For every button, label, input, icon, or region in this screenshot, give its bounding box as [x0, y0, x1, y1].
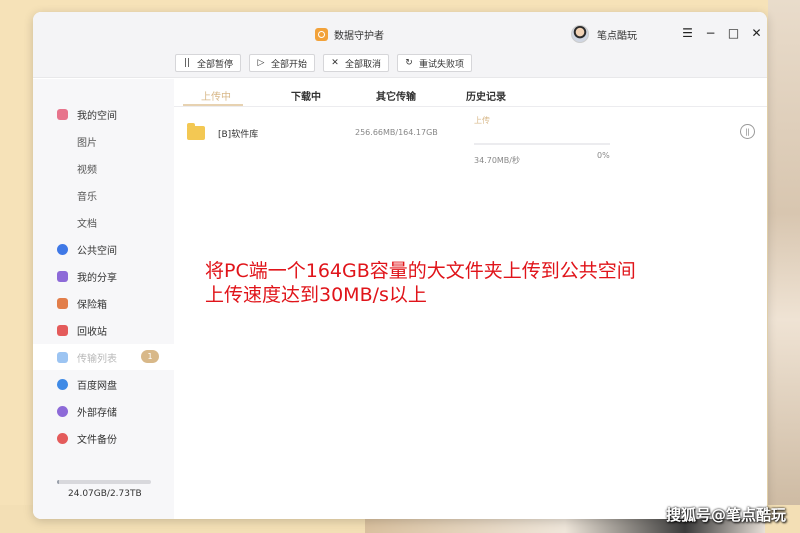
annotation-line-2: 上传速度达到30MB/s以上	[205, 284, 427, 306]
sidebar-item-label: 我的空间	[77, 110, 117, 122]
retry-failed-button[interactable]: ↻ 重试失败项	[397, 54, 473, 72]
folder-icon	[187, 123, 205, 140]
my-space-icon	[57, 108, 68, 120]
transfer-speed: 34.70MB/秒	[474, 156, 520, 165]
sidebar-item-music[interactable]: 音乐	[33, 182, 174, 208]
transfer-file-size: 256.66MB/164.17GB	[355, 128, 438, 137]
sidebar-item-images[interactable]: 图片	[33, 128, 174, 154]
transfer-icon	[57, 351, 68, 363]
pause-all-button[interactable]: || 全部暂停	[175, 54, 242, 72]
sidebar-item-label: 文档	[77, 218, 97, 230]
sidebar-item-label: 我的分享	[77, 272, 117, 284]
sidebar-item-label: 回收站	[77, 326, 107, 338]
sidebar-item-label: 百度网盘	[77, 380, 117, 392]
sidebar-item-label: 文件备份	[77, 434, 117, 446]
sidebar-item-my-space[interactable]: 我的空间	[33, 101, 174, 127]
tab-history[interactable]: 历史记录	[466, 88, 506, 103]
sidebar-item-file-backup[interactable]: 文件备份	[33, 425, 174, 451]
user-account[interactable]: 笔点酷玩	[571, 24, 637, 44]
external-storage-icon	[57, 405, 68, 417]
sidebar-item-label: 传输列表	[77, 353, 117, 365]
close-window-icon[interactable]: ✕	[750, 26, 763, 40]
sidebar-item-label: 图片	[77, 137, 97, 149]
play-icon: ▷	[257, 58, 265, 68]
app-title-area: 数据守护者	[315, 26, 384, 42]
active-tab-indicator	[183, 104, 243, 106]
tab-uploading[interactable]: 上传中	[201, 88, 231, 103]
pause-icon: ||	[183, 58, 191, 68]
sidebar-item-label: 保险箱	[77, 299, 107, 311]
sidebar-item-baidu-netdisk[interactable]: 百度网盘	[33, 371, 174, 397]
sidebar: 我的空间 图片 视频 音乐 文档 公共空间 我的分享 保险箱 回收站 传输列表 …	[33, 79, 174, 519]
sidebar-item-label: 公共空间	[77, 245, 117, 257]
window-controls: ☰ − □ ✕	[681, 26, 763, 40]
storage-usage-bar	[57, 480, 151, 484]
maximize-icon[interactable]: □	[727, 26, 740, 40]
sidebar-item-documents[interactable]: 文档	[33, 209, 174, 235]
retry-icon: ↻	[405, 58, 413, 68]
transfer-status: 上传	[474, 116, 490, 125]
sidebar-item-safe[interactable]: 保险箱	[33, 290, 174, 316]
recycle-bin-icon	[57, 324, 68, 336]
minimize-icon[interactable]: −	[704, 26, 717, 40]
pause-icon: ||	[745, 127, 750, 136]
sidebar-item-external-storage[interactable]: 外部存储	[33, 398, 174, 424]
storage-usage-fill	[57, 480, 59, 484]
user-name[interactable]: 笔点酷玩	[597, 27, 637, 42]
transfer-percent: 0%	[597, 151, 610, 160]
transfer-count-badge: 1	[141, 350, 159, 363]
annotation-overlay: 将PC端一个164GB容量的大文件夹上传到公共空间 上传速度达到30MB/s以上	[205, 259, 636, 307]
tab-other-transfers[interactable]: 其它传输	[376, 88, 416, 103]
retry-failed-label: 重试失败项	[419, 59, 465, 70]
sidebar-item-label: 音乐	[77, 191, 97, 203]
sidebar-item-label: 外部存储	[77, 407, 117, 419]
transfer-row[interactable]: [B]软件库 256.66MB/164.17GB 上传 34.70MB/秒 0%…	[174, 111, 767, 165]
app-title: 数据守护者	[334, 30, 384, 42]
safe-icon	[57, 297, 68, 309]
sidebar-item-recycle-bin[interactable]: 回收站	[33, 317, 174, 343]
start-all-button[interactable]: ▷ 全部开始	[249, 54, 316, 72]
start-all-label: 全部开始	[271, 59, 308, 70]
sidebar-item-my-share[interactable]: 我的分享	[33, 263, 174, 289]
background-photo-right	[768, 0, 800, 533]
transfer-file-name: [B]软件库	[218, 130, 259, 140]
storage-usage-text: 24.07GB/2.73TB	[68, 489, 142, 499]
title-bar: 数据守护者 笔点酷玩 ☰ − □ ✕ || 全部暂停 ▷ 全部开始 ✕ 全部取消	[33, 12, 767, 78]
annotation-line-1: 将PC端一个164GB容量的大文件夹上传到公共空间	[205, 260, 636, 282]
pause-transfer-button[interactable]: ||	[740, 124, 755, 139]
baidu-netdisk-icon	[57, 378, 68, 390]
tab-downloading[interactable]: 下载中	[291, 88, 321, 103]
pause-all-label: 全部暂停	[197, 59, 234, 70]
avatar[interactable]	[571, 25, 589, 43]
cancel-all-button[interactable]: ✕ 全部取消	[323, 54, 390, 72]
cancel-all-label: 全部取消	[345, 59, 382, 70]
transfer-progress-bar	[474, 143, 610, 145]
app-logo-icon	[315, 27, 328, 41]
transfer-tabs: 上传中 下载中 其它传输 历史记录	[174, 79, 767, 107]
public-space-icon	[57, 243, 68, 255]
sidebar-item-transfer-list[interactable]: 传输列表 1	[33, 344, 174, 370]
watermark: 搜狐号@笔点酷玩	[665, 506, 786, 524]
sidebar-item-videos[interactable]: 视频	[33, 155, 174, 181]
backup-icon	[57, 432, 68, 444]
sidebar-item-public-space[interactable]: 公共空间	[33, 236, 174, 262]
close-icon: ✕	[331, 58, 339, 68]
share-icon	[57, 270, 68, 282]
menu-icon[interactable]: ☰	[681, 26, 694, 40]
toolbar: || 全部暂停 ▷ 全部开始 ✕ 全部取消 ↻ 重试失败项	[175, 54, 473, 72]
sidebar-item-label: 视频	[77, 164, 97, 176]
